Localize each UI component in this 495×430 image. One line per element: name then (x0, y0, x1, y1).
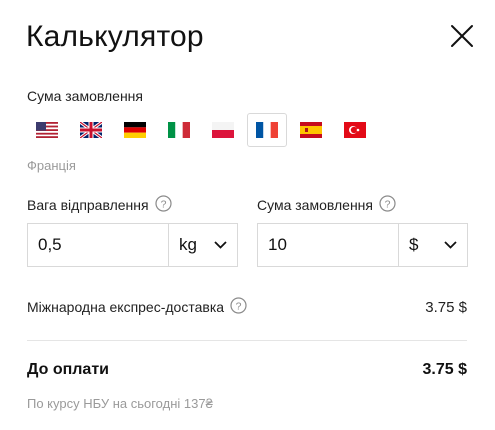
weight-label-text: Вага відправлення (27, 197, 149, 213)
svg-text:?: ? (236, 300, 242, 312)
help-icon[interactable]: ? (230, 297, 247, 317)
currency-select[interactable]: $ (399, 224, 467, 266)
page-title: Калькулятор (26, 20, 204, 53)
chevron-down-icon (444, 241, 457, 249)
divider (27, 340, 467, 341)
flag-turkey-button[interactable] (335, 113, 375, 147)
chevron-down-icon (214, 241, 227, 249)
sum-input[interactable]: 10 (258, 224, 399, 266)
total-price: 3.75 $ (422, 361, 467, 378)
sum-input-group: 10 $ (257, 223, 468, 267)
uk-flag-icon (80, 122, 102, 138)
flag-france-button[interactable] (247, 113, 287, 147)
flag-uk-button[interactable] (71, 113, 111, 147)
help-icon[interactable]: ? (154, 195, 172, 215)
france-flag-icon (256, 122, 278, 138)
total-label: До оплати (27, 361, 109, 378)
weight-input-group: 0,5 kg (27, 223, 238, 267)
help-icon[interactable]: ? (379, 195, 396, 215)
express-delivery-row: Міжнародна експрес-доставка ? 3.75 $ (27, 297, 467, 317)
exchange-rate-note: По курсу НБУ на сьогодні 137₴ (27, 396, 213, 411)
close-icon[interactable] (450, 24, 474, 48)
flag-germany-button[interactable] (115, 113, 155, 147)
sum-field-label: Сума замовлення ? (257, 195, 396, 215)
express-delivery-text: Міжнародна експрес-доставка (27, 299, 225, 315)
express-delivery-label: Міжнародна експрес-доставка ? (27, 297, 247, 317)
selected-country-name: Франція (27, 158, 76, 173)
flag-usa-button[interactable] (27, 113, 67, 147)
currency-value: $ (409, 235, 419, 254)
weight-unit-value: kg (179, 235, 197, 254)
poland-flag-icon (212, 122, 234, 138)
flag-poland-button[interactable] (203, 113, 243, 147)
country-section-label: Сума замовлення (27, 88, 143, 104)
flag-italy-button[interactable] (159, 113, 199, 147)
usa-flag-icon (36, 122, 58, 138)
weight-input[interactable]: 0,5 (28, 224, 169, 266)
flag-spain-button[interactable] (291, 113, 331, 147)
express-delivery-price: 3.75 $ (425, 298, 467, 316)
total-row: До оплати 3.75 $ (27, 361, 467, 379)
weight-field-label: Вага відправлення ? (27, 195, 172, 215)
turkey-flag-icon (344, 122, 366, 138)
sum-label-text: Сума замовлення (257, 197, 373, 213)
italy-flag-icon (168, 122, 190, 138)
weight-unit-select[interactable]: kg (169, 224, 237, 266)
svg-text:?: ? (160, 198, 166, 210)
svg-text:?: ? (385, 198, 391, 210)
spain-flag-icon (300, 122, 322, 138)
country-flag-selector (27, 113, 379, 147)
germany-flag-icon (124, 122, 146, 138)
